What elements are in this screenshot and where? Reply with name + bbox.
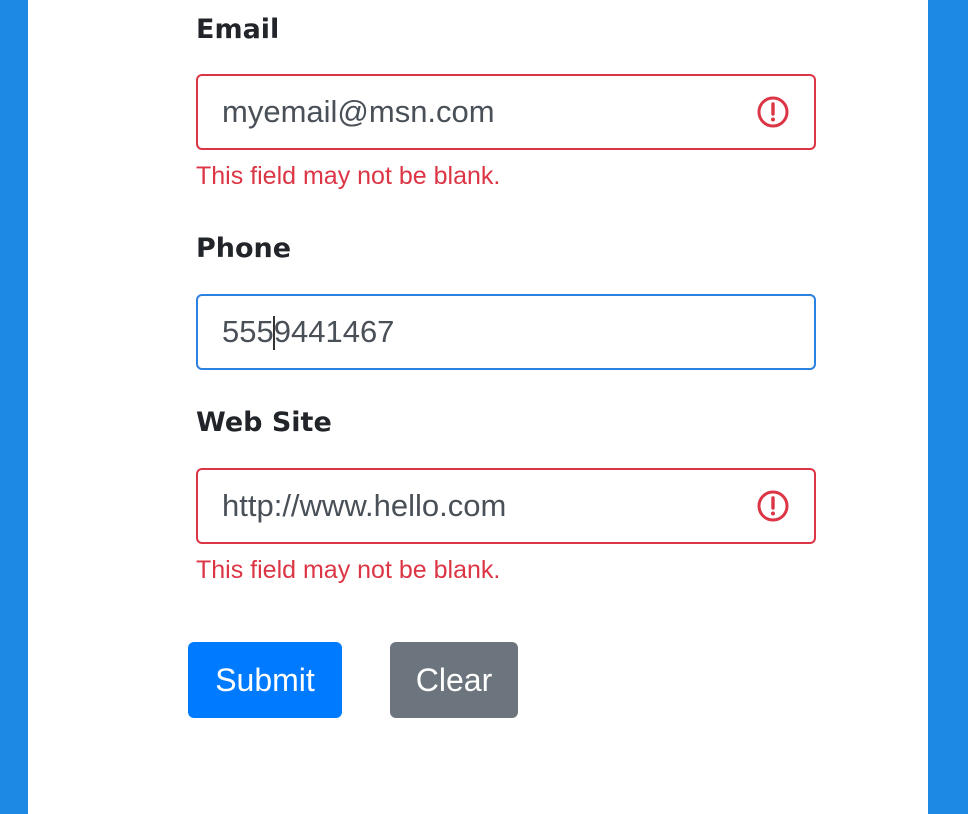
- email-error-message: This field may not be blank.: [196, 162, 501, 190]
- website-value: http://www.hello.com: [222, 488, 507, 523]
- phone-field[interactable]: 5559441467: [196, 294, 816, 370]
- website-label: Web Site: [196, 407, 332, 438]
- phone-value-before-caret: 555: [222, 313, 274, 349]
- exclamation-circle-icon: [757, 96, 789, 128]
- phone-label: Phone: [196, 233, 292, 264]
- submit-button[interactable]: Submit: [188, 642, 342, 718]
- email-label: Email: [196, 14, 280, 45]
- email-field[interactable]: myemail@msn.com: [196, 74, 816, 150]
- phone-value: 5559441467: [222, 314, 790, 351]
- clear-button[interactable]: Clear: [390, 642, 518, 718]
- exclamation-circle-icon: [757, 490, 789, 522]
- website-field[interactable]: http://www.hello.com: [196, 468, 816, 544]
- phone-value-after-caret: 9441467: [273, 313, 395, 349]
- email-value: myemail@msn.com: [222, 94, 495, 129]
- website-error-message: This field may not be blank.: [196, 556, 501, 584]
